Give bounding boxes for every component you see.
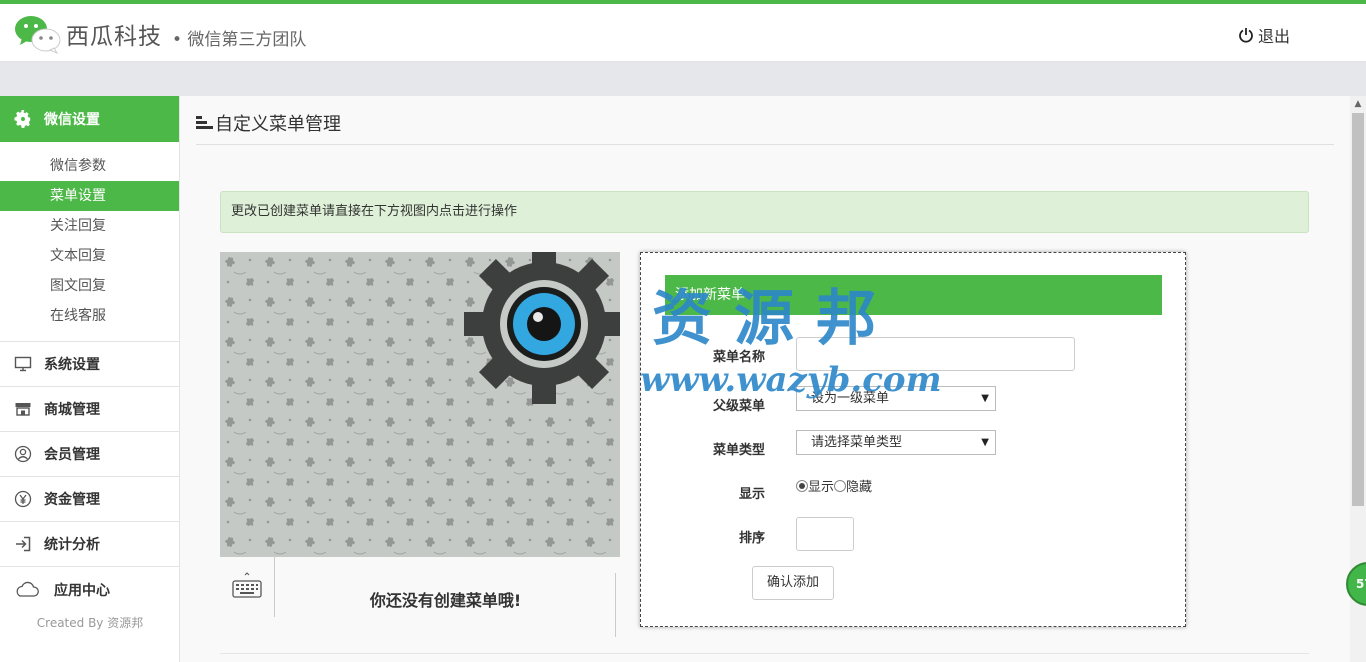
sidebar-group-members[interactable]: 会员管理 <box>0 432 179 477</box>
radio-checked-dot <box>799 482 805 489</box>
display-label: 显示 <box>738 487 765 502</box>
caret-down-icon: ▼ <box>981 393 989 404</box>
display-hide-radio[interactable] <box>834 479 847 492</box>
header-band <box>0 62 1366 96</box>
menu-type-label: 菜单类型 <box>712 443 765 458</box>
phone-preview <box>220 252 620 557</box>
sidebar-group-statistics[interactable]: 统计分析 <box>0 522 179 567</box>
order-label: 排序 <box>738 531 765 546</box>
title-divider <box>196 144 1334 145</box>
sidebar-group-label: 系统设置 <box>44 357 100 373</box>
keyboard-toggle[interactable] <box>220 557 275 617</box>
yen-icon <box>14 490 32 508</box>
sidebar: 微信设置 微信参数 菜单设置 关注回复 文本回复 图文回复 在线客服 系统设置 … <box>0 96 180 662</box>
user-icon <box>14 445 32 463</box>
sidebar-group-apps[interactable]: 应用中心 <box>0 567 179 612</box>
page-title-text: 自定义菜单管理 <box>215 114 341 135</box>
sidebar-group-finance[interactable]: 资金管理 <box>0 477 179 522</box>
cloud-icon <box>16 581 39 597</box>
info-notice: 更改已创建菜单请直接在下方视图内点击进行操作 <box>220 191 1309 233</box>
watermark-text: 资源邦 <box>652 284 898 354</box>
sidebar-group-label: 会员管理 <box>44 447 100 463</box>
bottom-divider <box>220 653 1309 654</box>
sidebar-group-label: 微信设置 <box>44 112 100 128</box>
watermark-url: www.wazyb.com <box>640 360 942 400</box>
sidebar-group-label: 商城管理 <box>44 402 100 418</box>
sidebar-group-label: 资金管理 <box>44 492 100 508</box>
wechat-logo-icon <box>15 16 61 54</box>
sidebar-submenu: 微信参数 菜单设置 关注回复 文本回复 图文回复 在线客服 <box>0 142 179 342</box>
sidebar-item-follow-reply[interactable]: 关注回复 <box>0 211 179 241</box>
sidebar-group-label: 统计分析 <box>44 537 100 553</box>
menu-type-value: 请选择菜单类型 <box>811 435 903 450</box>
brand-subtitle: • 微信第三方团队 <box>172 30 307 50</box>
list-icon <box>196 116 213 129</box>
phone-menu-bar: 你还没有创建菜单哦! <box>220 557 620 637</box>
display-show-radio[interactable] <box>796 479 808 492</box>
order-input[interactable] <box>796 517 854 551</box>
monitor-icon <box>14 356 32 372</box>
sidebar-item-wechat-params[interactable]: 微信参数 <box>0 151 179 181</box>
display-hide-label: 隐藏 <box>846 480 873 495</box>
confirm-add-button[interactable]: 确认添加 <box>752 566 834 600</box>
sidebar-item-menu-settings[interactable]: 菜单设置 <box>0 181 179 211</box>
scroll-up-arrow-icon[interactable]: ▲ <box>1350 96 1366 112</box>
sidebar-item-news-reply[interactable]: 图文回复 <box>0 271 179 301</box>
keyboard-icon <box>232 572 262 598</box>
header: 西瓜科技 • 微信第三方团队 退出 <box>0 4 1366 62</box>
menu-type-select[interactable]: 请选择菜单类型 ▼ <box>796 430 996 455</box>
display-radio-group: 显示 隐藏 <box>796 476 872 495</box>
logout-label: 退出 <box>1258 27 1291 46</box>
sidebar-group-wechat-settings[interactable]: 微信设置 <box>0 96 179 142</box>
power-icon <box>1239 28 1253 43</box>
brand-name: 西瓜科技 <box>66 24 162 50</box>
camera-gear-graphic <box>464 252 620 404</box>
store-icon <box>15 403 31 416</box>
display-show-label: 显示 <box>808 480 835 495</box>
caret-down-icon: ▼ <box>981 437 989 448</box>
logout-button[interactable]: 退出 <box>1238 23 1290 47</box>
sidebar-group-store[interactable]: 商城管理 <box>0 387 179 432</box>
sidebar-item-online-service[interactable]: 在线客服 <box>0 301 179 331</box>
sidebar-item-text-reply[interactable]: 文本回复 <box>0 241 179 271</box>
empty-menu-text: 你还没有创建菜单哦! <box>276 573 616 637</box>
scroll-thumb[interactable] <box>1352 113 1364 506</box>
sign-in-icon <box>16 536 31 552</box>
sidebar-group-system[interactable]: 系统设置 <box>0 342 179 387</box>
credit-text: Created By 资源邦 <box>36 616 144 630</box>
gear-icon <box>14 110 31 128</box>
sidebar-group-label: 应用中心 <box>54 582 110 599</box>
page-title: 自定义菜单管理 <box>196 110 341 136</box>
